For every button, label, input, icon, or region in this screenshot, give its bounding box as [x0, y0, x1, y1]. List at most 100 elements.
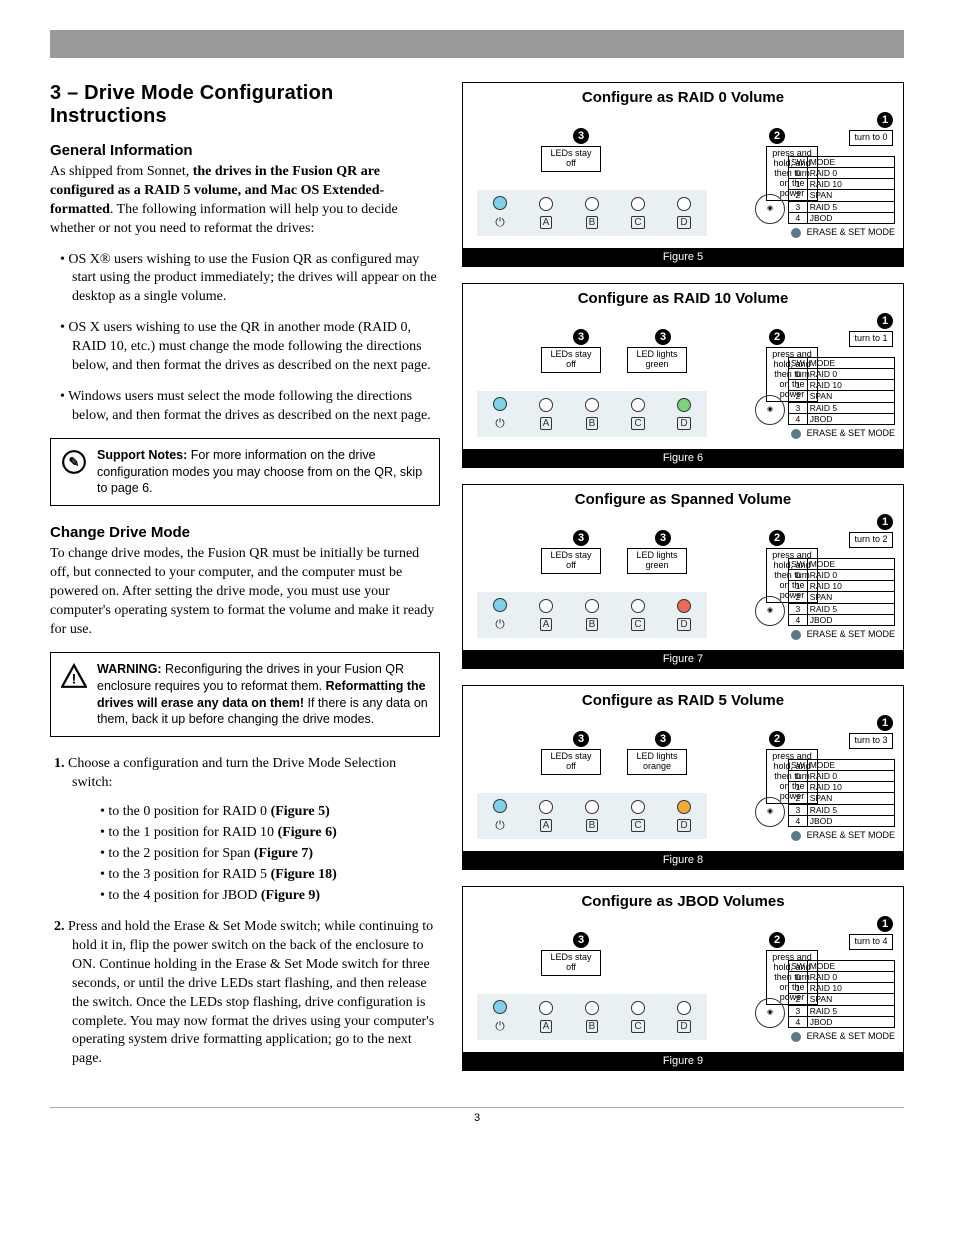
erase-button-icon — [791, 429, 801, 439]
mode-table: SWMODE0RAID 01RAID 102SPAN3RAID 54JBOD — [788, 558, 895, 626]
drive-led — [677, 1001, 691, 1015]
step-bubble-3b: 3 — [655, 731, 671, 747]
mode-sw: 3 — [789, 1005, 808, 1016]
mode-sw: 1 — [789, 983, 808, 994]
drive-led — [585, 197, 599, 211]
drive-led — [677, 800, 691, 814]
drive-led — [539, 1001, 553, 1015]
drive-bay-icon: A — [540, 819, 553, 832]
power-icon: ⏻ — [495, 215, 505, 230]
led-lights-label: LED lights green — [627, 548, 687, 574]
drive-bay-icon: B — [586, 819, 599, 832]
step1-lead: Choose a configuration and turn the Driv… — [68, 756, 396, 790]
mode-name: RAID 0 — [807, 771, 894, 782]
figure-body: 123turn to 0press and hold, and then tur… — [463, 110, 903, 248]
step-bubble-2: 2 — [769, 731, 785, 747]
device-slot: C — [615, 391, 661, 437]
mode-sw: 4 — [789, 614, 808, 625]
mode-hdr-sw: SW — [789, 357, 808, 368]
mode-name: JBOD — [807, 815, 894, 826]
mode-sw: 2 — [789, 994, 808, 1005]
s1-pre: to the 3 position for RAID 5 — [108, 867, 270, 882]
device-slot: C — [615, 190, 661, 236]
figure-title: Configure as RAID 0 Volume — [463, 83, 903, 110]
figure-caption: Figure 9 — [463, 1052, 903, 1070]
device-slot: A — [523, 793, 569, 839]
led-lights-label: LED lights orange — [627, 749, 687, 775]
figure-body: 123turn to 1press and hold, and then tur… — [463, 311, 903, 449]
mode-name: RAID 10 — [807, 179, 894, 190]
erase-set-row: ERASE & SET MODE — [755, 228, 895, 238]
device-slot: D — [661, 592, 707, 638]
figure-body: 123turn to 3press and hold, and then tur… — [463, 713, 903, 851]
device-slot: C — [615, 592, 661, 638]
drive-led — [631, 599, 645, 613]
device-slot: D — [661, 994, 707, 1040]
mode-sw: 2 — [789, 793, 808, 804]
erase-set-label: ERASE & SET MODE — [807, 630, 895, 640]
step1-item: to the 0 position for RAID 0 (Figure 5) — [100, 801, 440, 822]
right-column: Configure as RAID 0 Volume123turn to 0pr… — [462, 82, 904, 1087]
device-slot: A — [523, 994, 569, 1040]
s1-pre: to the 2 position for Span — [108, 846, 253, 861]
drive-led — [585, 398, 599, 412]
mode-name: SPAN — [807, 190, 894, 201]
support-note-box: ✎ Support Notes: For more information on… — [50, 438, 440, 507]
step-bubble-2: 2 — [769, 530, 785, 546]
turn-to-label: turn to 1 — [849, 331, 893, 347]
drive-bay-icon: C — [631, 216, 644, 229]
step1-sublist: to the 0 position for RAID 0 (Figure 5) … — [100, 801, 440, 906]
power-led — [493, 799, 507, 813]
mode-table: SWMODE0RAID 01RAID 102SPAN3RAID 54JBOD — [788, 156, 895, 224]
turn-to-label: turn to 4 — [849, 934, 893, 950]
mode-table: SWMODE0RAID 01RAID 102SPAN3RAID 54JBOD — [788, 357, 895, 425]
mode-sw: 3 — [789, 603, 808, 614]
step1-item: to the 3 position for RAID 5 (Figure 18) — [100, 864, 440, 885]
mode-name: RAID 10 — [807, 782, 894, 793]
step-bubble-3: 3 — [573, 128, 589, 144]
step-bubble-1: 1 — [877, 916, 893, 932]
drive-bay-icon: A — [540, 618, 553, 631]
page-columns: 3 – Drive Mode Configuration Instruction… — [50, 82, 904, 1087]
erase-button-icon — [791, 228, 801, 238]
device-slot: ⏻ — [477, 793, 523, 839]
erase-set-label: ERASE & SET MODE — [807, 831, 895, 841]
warning-box: ! WARNING: Reconfiguring the drives in y… — [50, 652, 440, 738]
support-icon: ✎ — [61, 447, 89, 498]
device-strip: ⏻ABCD — [477, 793, 707, 839]
svg-text:!: ! — [72, 670, 77, 686]
mode-sw: 4 — [789, 413, 808, 424]
step1-item: to the 4 position for JBOD (Figure 9) — [100, 885, 440, 906]
mode-dial-icon: ◉ — [755, 998, 785, 1028]
mode-sw: 0 — [789, 369, 808, 380]
erase-set-row: ERASE & SET MODE — [755, 630, 895, 640]
device-strip: ⏻ABCD — [477, 190, 707, 236]
mode-block: ◉SWMODE0RAID 01RAID 102SPAN3RAID 54JBODE… — [755, 558, 895, 640]
drive-bay-icon: B — [586, 417, 599, 430]
mode-name: JBOD — [807, 413, 894, 424]
step-bubble-2: 2 — [769, 329, 785, 345]
s1-pre: to the 1 position for RAID 10 — [108, 825, 277, 840]
mode-sw: 2 — [789, 592, 808, 603]
s1-bold: (Figure 7) — [254, 846, 313, 861]
mode-name: SPAN — [807, 592, 894, 603]
drive-bay-icon: D — [677, 1020, 690, 1033]
general-bullets: OS X® users wishing to use the Fusion QR… — [60, 251, 440, 426]
leds-off-label: LEDs stay off — [541, 950, 601, 976]
mode-hdr-sw: SW — [789, 960, 808, 971]
erase-set-label: ERASE & SET MODE — [807, 1032, 895, 1042]
device-strip: ⏻ABCD — [477, 994, 707, 1040]
page-number: 3 — [50, 1107, 904, 1124]
mode-hdr-sw: SW — [789, 759, 808, 770]
step-bubble-3b: 3 — [655, 530, 671, 546]
step1-item: to the 2 position for Span (Figure 7) — [100, 843, 440, 864]
turn-to-label: turn to 3 — [849, 733, 893, 749]
drive-bay-icon: D — [677, 618, 690, 631]
mode-sw: 1 — [789, 782, 808, 793]
figure-title: Configure as RAID 5 Volume — [463, 686, 903, 713]
mode-sw: 0 — [789, 168, 808, 179]
left-column: 3 – Drive Mode Configuration Instruction… — [50, 82, 440, 1087]
mode-sw: 4 — [789, 815, 808, 826]
drive-bay-icon: C — [631, 1020, 644, 1033]
step-bubble-1: 1 — [877, 112, 893, 128]
